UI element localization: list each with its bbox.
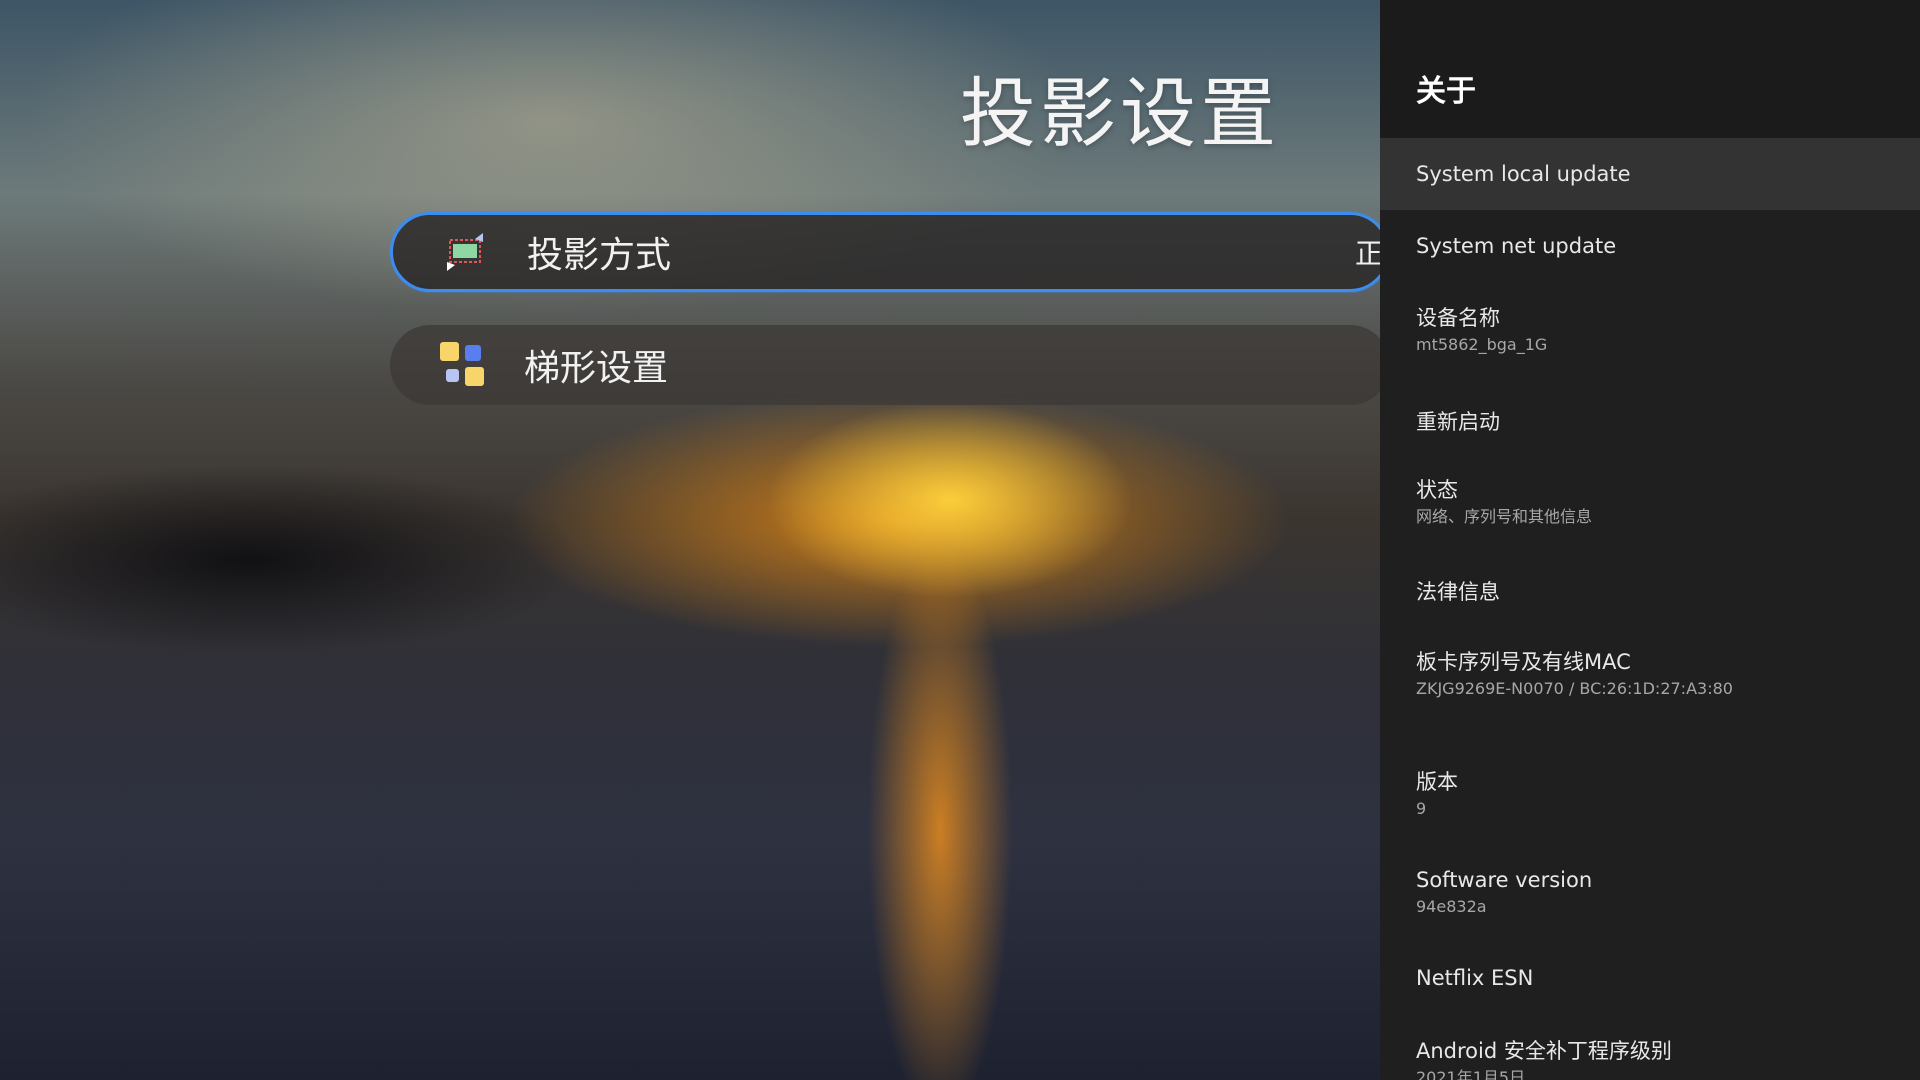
list-item-title: 设备名称 (1416, 306, 1500, 330)
list-item-restart[interactable]: 重新启动 (1380, 398, 1920, 470)
panel-header: 关于 (1380, 0, 1920, 138)
list-item-board-serial-mac[interactable]: 板卡序列号及有线MAC ZKJG9269E-N0070 / BC:26:1D:2… (1380, 638, 1920, 726)
list-item-title: System local update (1416, 162, 1631, 186)
menu-label-keystone: 梯形设置 (524, 348, 669, 389)
list-item-software-version[interactable]: Software version 94e832a (1380, 856, 1920, 944)
projection-mode-icon (447, 233, 483, 271)
list-item-title: Software version (1416, 868, 1593, 892)
list-item-title: 状态 (1416, 478, 1458, 502)
list-item-title: 板卡序列号及有线MAC (1416, 650, 1631, 674)
list-item-title: 版本 (1416, 770, 1458, 794)
list-item-legal-info[interactable]: 法律信息 (1380, 568, 1920, 640)
list-item-title: Netflix ESN (1416, 966, 1534, 990)
menu-item-projection-mode[interactable]: 投影方式 正 (390, 212, 1390, 292)
list-item-subtitle: 网络、序列号和其他信息 (1416, 507, 1593, 526)
about-panel: 关于 System local update System net update… (1380, 0, 1920, 1080)
list-item-subtitle: ZKJG9269E-N0070 / BC:26:1D:27:A3:80 (1416, 679, 1733, 698)
list-item-netflix-esn[interactable]: Netflix ESN (1380, 954, 1920, 1026)
list-item-subtitle: 94e832a (1416, 897, 1487, 916)
menu-value-projection-mode: 正 (1355, 237, 1384, 270)
list-item-subtitle: 9 (1416, 799, 1427, 818)
list-item-version[interactable]: 版本 9 (1380, 758, 1920, 846)
keystone-grid-icon (440, 342, 484, 386)
panel-title: 关于 (1416, 74, 1476, 109)
list-item-subtitle: mt5862_bga_1G (1416, 335, 1548, 354)
menu-label-projection-mode: 投影方式 (527, 235, 672, 276)
list-item-security-patch-level[interactable]: Android 安全补丁程序级别 2021年1月5日 (1380, 1027, 1920, 1080)
menu-item-keystone[interactable]: 梯形设置 (390, 325, 1390, 405)
list-item-title: 法律信息 (1416, 580, 1500, 604)
list-item-subtitle: 2021年1月5日 (1416, 1068, 1526, 1080)
list-item-status[interactable]: 状态 网络、序列号和其他信息 (1380, 466, 1920, 554)
page-title: 投影设置 (960, 69, 1280, 158)
list-item-title: 重新启动 (1416, 410, 1500, 434)
list-item-device-name[interactable]: 设备名称 mt5862_bga_1G (1380, 294, 1920, 382)
list-item-system-local-update[interactable]: System local update (1380, 138, 1920, 210)
list-item-system-net-update[interactable]: System net update (1380, 210, 1920, 282)
list-item-title: Android 安全补丁程序级别 (1416, 1039, 1672, 1063)
list-item-title: System net update (1416, 234, 1617, 258)
